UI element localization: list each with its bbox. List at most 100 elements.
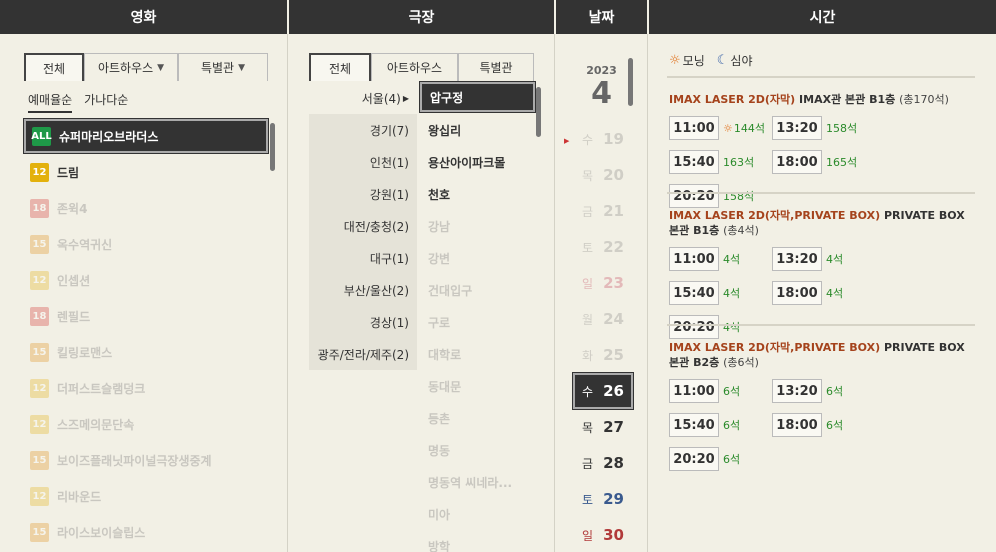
date-item[interactable]: 목 27: [573, 409, 633, 445]
showtime-button[interactable]: 15:40: [669, 413, 719, 437]
showtime-button[interactable]: 20:20: [669, 447, 719, 471]
movie-item[interactable]: 18 렌필드: [24, 298, 268, 334]
showtime-button[interactable]: 20:20: [669, 315, 719, 339]
movie-item[interactable]: 12 인셉션: [24, 262, 268, 298]
date-item[interactable]: 수 26: [572, 372, 634, 410]
theater-item[interactable]: 강변: [420, 242, 535, 274]
showtime-button[interactable]: 13:20: [772, 116, 822, 140]
theater-item[interactable]: 왕십리: [420, 114, 535, 146]
movie-item[interactable]: 12 리바운드: [24, 478, 268, 514]
day-number: 30: [603, 526, 624, 544]
region-item[interactable]: 경상(1): [309, 306, 417, 338]
day-of-week: 일: [582, 276, 594, 291]
movie-item[interactable]: 12 스즈메의문단속: [24, 406, 268, 442]
theater-tab-arthouse[interactable]: 아트하우스: [371, 53, 458, 81]
movie-item[interactable]: 15 라이스보이슬립스: [24, 514, 268, 550]
movie-item[interactable]: 15 보이즈플래닛파이널극장생중계: [24, 442, 268, 478]
date-item[interactable]: 일 23: [573, 265, 633, 301]
region-item[interactable]: 대구(1): [309, 242, 417, 274]
theater-item[interactable]: 명동역 씨네라...: [420, 466, 535, 498]
theater-scrollbar[interactable]: [536, 87, 541, 137]
theater-item[interactable]: 동대문: [420, 370, 535, 402]
showtime-item[interactable]: 15:40 6석: [669, 413, 772, 437]
date-scrollbar[interactable]: [628, 58, 633, 106]
date-item[interactable]: 금 21: [573, 193, 633, 229]
theater-item[interactable]: 등촌: [420, 402, 535, 434]
theater-item[interactable]: 미아: [420, 498, 535, 530]
showtime-button[interactable]: 20:20: [669, 184, 719, 208]
region-label: 부산/울산(2): [343, 283, 409, 298]
seats-left-value: 6석: [826, 419, 844, 432]
theater-item[interactable]: 건대입구: [420, 274, 535, 306]
showtime-item[interactable]: 13:20 158석: [772, 116, 875, 140]
theater-tab-all[interactable]: 전체: [309, 53, 371, 81]
showtime-button[interactable]: 15:40: [669, 281, 719, 305]
theater-tab-special[interactable]: 특별관: [458, 53, 534, 81]
date-item[interactable]: 수 19: [573, 121, 633, 157]
movie-tab-special[interactable]: 특별관 ▼: [178, 53, 268, 81]
date-item[interactable]: 금 28: [573, 445, 633, 481]
seats-left-value: 6석: [723, 419, 741, 432]
date-item[interactable]: 월 24: [573, 301, 633, 337]
theater-item[interactable]: 구로: [420, 306, 535, 338]
movie-item[interactable]: 12 더퍼스트슬램덩크: [24, 370, 268, 406]
showtime-item[interactable]: 13:20 4석: [772, 247, 875, 271]
theater-item[interactable]: 압구정: [419, 81, 536, 113]
sort-by-rate[interactable]: 예매율순: [28, 91, 73, 113]
showtime-item[interactable]: 18:00 6석: [772, 413, 875, 437]
showtime-button[interactable]: 11:00: [669, 379, 719, 403]
date-item[interactable]: 토 29: [573, 481, 633, 517]
movie-item[interactable]: 15 킬링로맨스: [24, 334, 268, 370]
theater-item[interactable]: 방학: [420, 530, 535, 552]
showtime-item[interactable]: 11:00 6석: [669, 379, 772, 403]
region-item[interactable]: 대전/충청(2): [309, 210, 417, 242]
sort-by-name[interactable]: 가나다순: [84, 91, 128, 113]
showtime-button[interactable]: 15:40: [669, 150, 719, 174]
date-item[interactable]: 목 20: [573, 157, 633, 193]
showtime-button[interactable]: 18:00: [772, 281, 822, 305]
showtime-item[interactable]: 18:00 165석: [772, 150, 875, 174]
movie-scrollbar[interactable]: [270, 123, 275, 171]
theater-item[interactable]: 용산아이파크몰: [420, 146, 535, 178]
date-item[interactable]: 토 22: [573, 229, 633, 265]
day-of-week: 토: [582, 492, 594, 507]
theater-item[interactable]: 대학로: [420, 338, 535, 370]
theater-item[interactable]: 강남: [420, 210, 535, 242]
showtime-button[interactable]: 11:00: [669, 247, 719, 271]
region-item[interactable]: 광주/전라/제주(2): [309, 338, 417, 370]
showtime-item[interactable]: 18:00 4석: [772, 281, 875, 305]
movie-item[interactable]: 18 존윅4: [24, 190, 268, 226]
day-of-week: 화: [582, 348, 594, 363]
showtime-item[interactable]: 11:00 4석: [669, 247, 772, 271]
movie-tab-arthouse[interactable]: 아트하우스 ▼: [84, 53, 178, 81]
theater-name: 대학로: [428, 347, 462, 362]
showtime-item[interactable]: 15:40 163석: [669, 150, 772, 174]
movie-item[interactable]: 15 옥수역귀신: [24, 226, 268, 262]
movie-tab-all[interactable]: 전체: [24, 53, 84, 81]
theater-name: 압구정: [430, 90, 464, 105]
date-item[interactable]: 일 30: [573, 517, 633, 552]
region-item[interactable]: 서울(4) ▶: [309, 82, 417, 114]
showtime-button[interactable]: 11:00: [669, 116, 719, 140]
showtime-item[interactable]: 20:20 4석: [669, 315, 772, 339]
theater-item[interactable]: 명동: [420, 434, 535, 466]
showtime-button[interactable]: 18:00: [772, 413, 822, 437]
region-item[interactable]: 강원(1): [309, 178, 417, 210]
seats-left: 165석: [826, 154, 857, 170]
showtime-item[interactable]: 20:20 6석: [669, 447, 772, 471]
showtime-item[interactable]: 20:20 158석: [669, 184, 772, 208]
showtime-button[interactable]: 13:20: [772, 379, 822, 403]
movie-item[interactable]: ALL 슈퍼마리오브라더스: [23, 118, 269, 154]
day-of-week: 수: [582, 132, 594, 147]
showtime-item[interactable]: 13:20 6석: [772, 379, 875, 403]
date-item[interactable]: 화 25: [573, 337, 633, 373]
region-item[interactable]: 경기(7): [309, 114, 417, 146]
showtime-item[interactable]: 11:00 ☼144석: [669, 116, 772, 140]
showtime-item[interactable]: 15:40 4석: [669, 281, 772, 305]
theater-item[interactable]: 천호: [420, 178, 535, 210]
showtime-button[interactable]: 13:20: [772, 247, 822, 271]
region-item[interactable]: 부산/울산(2): [309, 274, 417, 306]
showtime-button[interactable]: 18:00: [772, 150, 822, 174]
region-item[interactable]: 인천(1): [309, 146, 417, 178]
movie-item[interactable]: 12 드림: [24, 154, 268, 190]
